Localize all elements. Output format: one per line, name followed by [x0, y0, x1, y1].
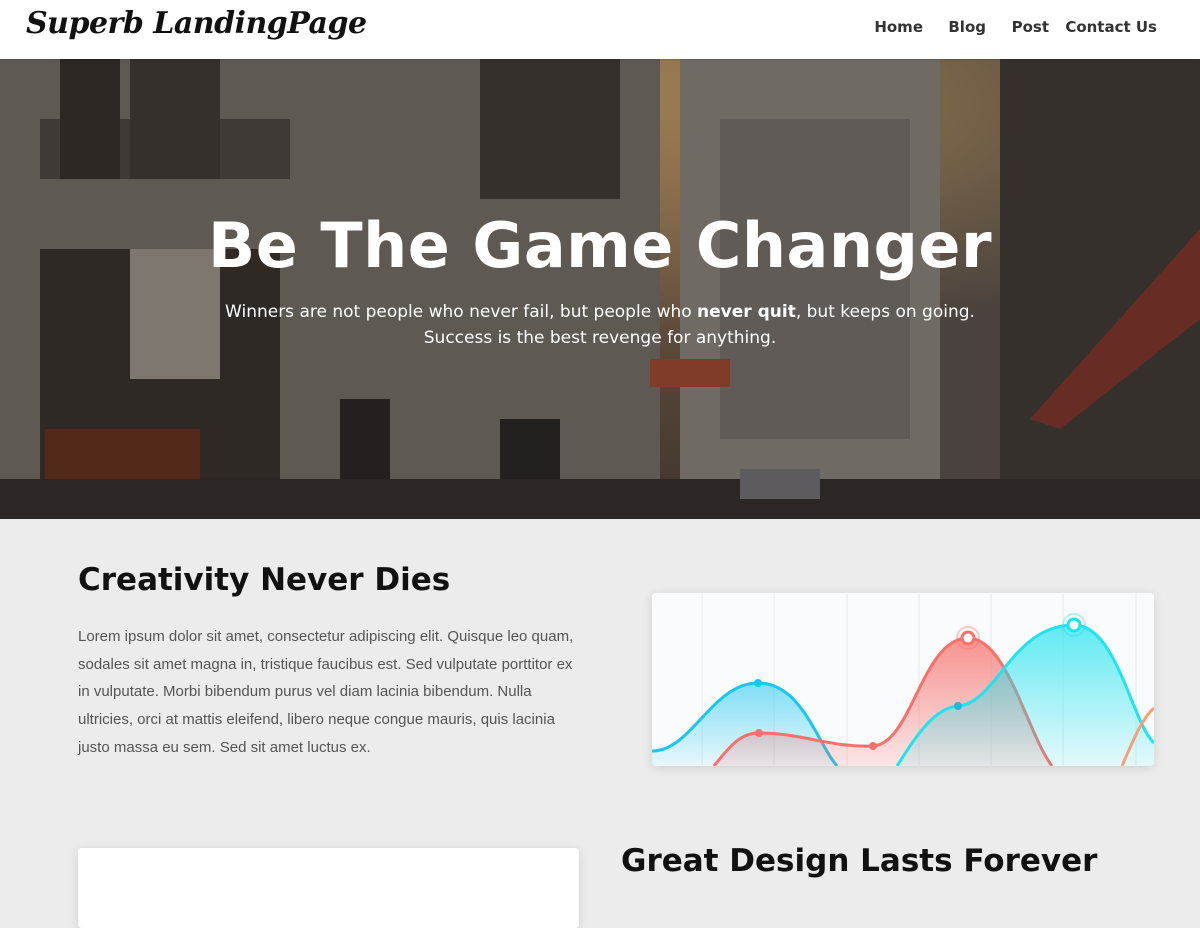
cyan-peak-point — [1066, 617, 1082, 633]
hero-subtitle-bold: never quit — [697, 302, 796, 322]
hero-overlay — [0, 59, 1200, 519]
nav-blog[interactable]: Blog — [948, 18, 986, 36]
hero-banner: Be The Game Changer Winners are not peop… — [0, 59, 1200, 519]
red-point-2 — [869, 742, 877, 750]
hero-subtitle: Winners are not people who never fail, b… — [0, 299, 1200, 351]
hero-subtitle-line2: Success is the best revenge for anything… — [423, 328, 777, 348]
site-header: Superb LandingPage Home Blog Post Contac… — [0, 0, 1200, 59]
cyan-point-1 — [954, 702, 962, 710]
section-creativity-title: Creativity Never Dies — [78, 562, 451, 598]
site-logo[interactable]: Superb LandingPage — [26, 6, 367, 41]
hero-title: Be The Game Changer — [207, 209, 993, 282]
wave-chart-card — [652, 593, 1154, 766]
hero-subtitle-part2: , but keeps on going. — [795, 302, 975, 322]
section-design-title: Great Design Lasts Forever — [621, 843, 1098, 879]
design-image-card — [78, 848, 579, 928]
red-peak-point — [960, 630, 976, 646]
red-point-1 — [755, 729, 763, 737]
wave-chart-illustration — [652, 593, 1154, 766]
nav-post[interactable]: Post — [1012, 18, 1049, 36]
hero-subtitle-part1: Winners are not people who never fail, b… — [225, 302, 698, 322]
nav-contact-us[interactable]: Contact Us — [1065, 18, 1157, 36]
section-creativity-body: Lorem ipsum dolor sit amet, consectetur … — [78, 628, 574, 756]
blue-peak-point — [754, 679, 762, 687]
nav-home[interactable]: Home — [874, 18, 923, 36]
